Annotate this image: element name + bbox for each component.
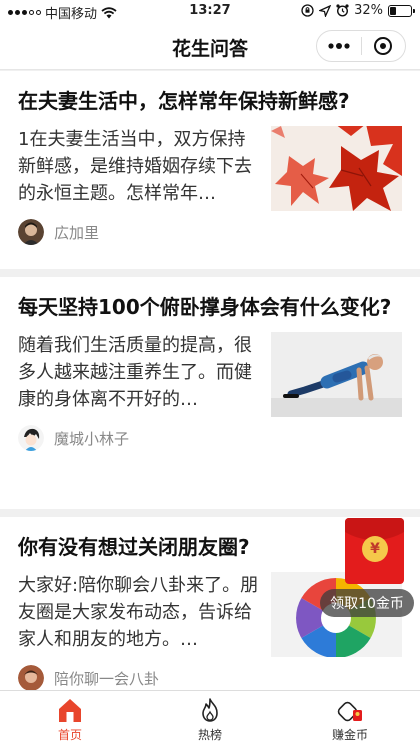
- rotation-lock-icon: [301, 4, 314, 17]
- mini-program-capsule: [316, 30, 406, 62]
- author-name[interactable]: 陪你聊一会八卦: [54, 668, 159, 689]
- author-name[interactable]: 広加里: [54, 222, 99, 243]
- author-row[interactable]: 陪你聊一会八卦: [18, 665, 402, 690]
- tab-earn-coins[interactable]: 赚金币: [280, 691, 420, 747]
- article-title[interactable]: 在夫妻生活中，怎样常年保持新鲜感?: [18, 71, 402, 118]
- article-title[interactable]: 每天坚持100个俯卧撑身体会有什么变化?: [18, 277, 402, 324]
- home-icon: [59, 699, 81, 722]
- close-mini-program-button[interactable]: [362, 31, 406, 61]
- author-avatar[interactable]: [18, 425, 44, 451]
- yuan-coin-icon: ¥: [362, 536, 388, 562]
- maple-leaves-image: [271, 126, 402, 211]
- author-row[interactable]: 広加里: [18, 219, 402, 245]
- article-thumbnail[interactable]: [271, 332, 402, 417]
- flame-icon: [202, 698, 218, 722]
- author-avatar[interactable]: [18, 219, 44, 245]
- author-avatar[interactable]: [18, 665, 44, 690]
- location-arrow-icon: [319, 4, 332, 17]
- red-packet-button[interactable]: ¥: [345, 518, 404, 584]
- battery-icon: [388, 4, 415, 17]
- claim-coins-button[interactable]: 领取10金币: [320, 589, 414, 617]
- status-right: 32%: [301, 3, 415, 18]
- tab-home[interactable]: 首页: [0, 691, 140, 747]
- status-bar: 中国移动 13:27 32%: [0, 0, 420, 22]
- battery-percent: 32%: [354, 3, 383, 18]
- alarm-clock-icon: [336, 4, 349, 17]
- coin-wallet-icon: [337, 701, 362, 722]
- article-body: 随着我们生活质量的提高，很多人越来越注重养生了。而健康的身体离不开好的…: [18, 332, 402, 417]
- tab-label: 热榜: [197, 728, 222, 742]
- target-circle-icon: [374, 37, 393, 55]
- tab-label: 首页: [57, 728, 82, 742]
- article-thumbnail[interactable]: [271, 126, 402, 211]
- battery-level: [390, 6, 397, 15]
- nav-bar: 花生问答: [0, 22, 420, 70]
- more-dots-icon[interactable]: [317, 31, 361, 61]
- article-body: 1在夫妻生活当中，双方保持新鲜感，是维持婚姻存续下去的永恒主题。怎样常年…: [18, 126, 402, 211]
- article-card[interactable]: 每天坚持100个俯卧撑身体会有什么变化? 随着我们生活质量的提高，很多人越来越注…: [0, 277, 420, 509]
- author-name[interactable]: 魔城小林子: [54, 428, 129, 449]
- article-summary: 1在夫妻生活当中，双方保持新鲜感，是维持婚姻存续下去的永恒主题。怎样常年…: [18, 129, 252, 204]
- tab-hot-list[interactable]: 热榜: [140, 691, 280, 747]
- bottom-tab-bar: 首页 热榜 赚金币: [0, 690, 420, 747]
- tab-label: 赚金币: [331, 728, 368, 742]
- author-row[interactable]: 魔城小林子: [18, 425, 402, 451]
- article-summary: 随着我们生活质量的提高，很多人越来越注重养生了。而健康的身体离不开好的…: [18, 335, 252, 410]
- article-summary: 大家好:陪你聊会八卦来了。朋友圈是大家发布动态，告诉给家人和朋友的地方。…: [18, 575, 259, 650]
- article-card[interactable]: 在夫妻生活中，怎样常年保持新鲜感? 1在夫妻生活当中，双方保持新鲜感，是维持婚姻…: [0, 71, 420, 269]
- pushup-man-image: [271, 332, 402, 417]
